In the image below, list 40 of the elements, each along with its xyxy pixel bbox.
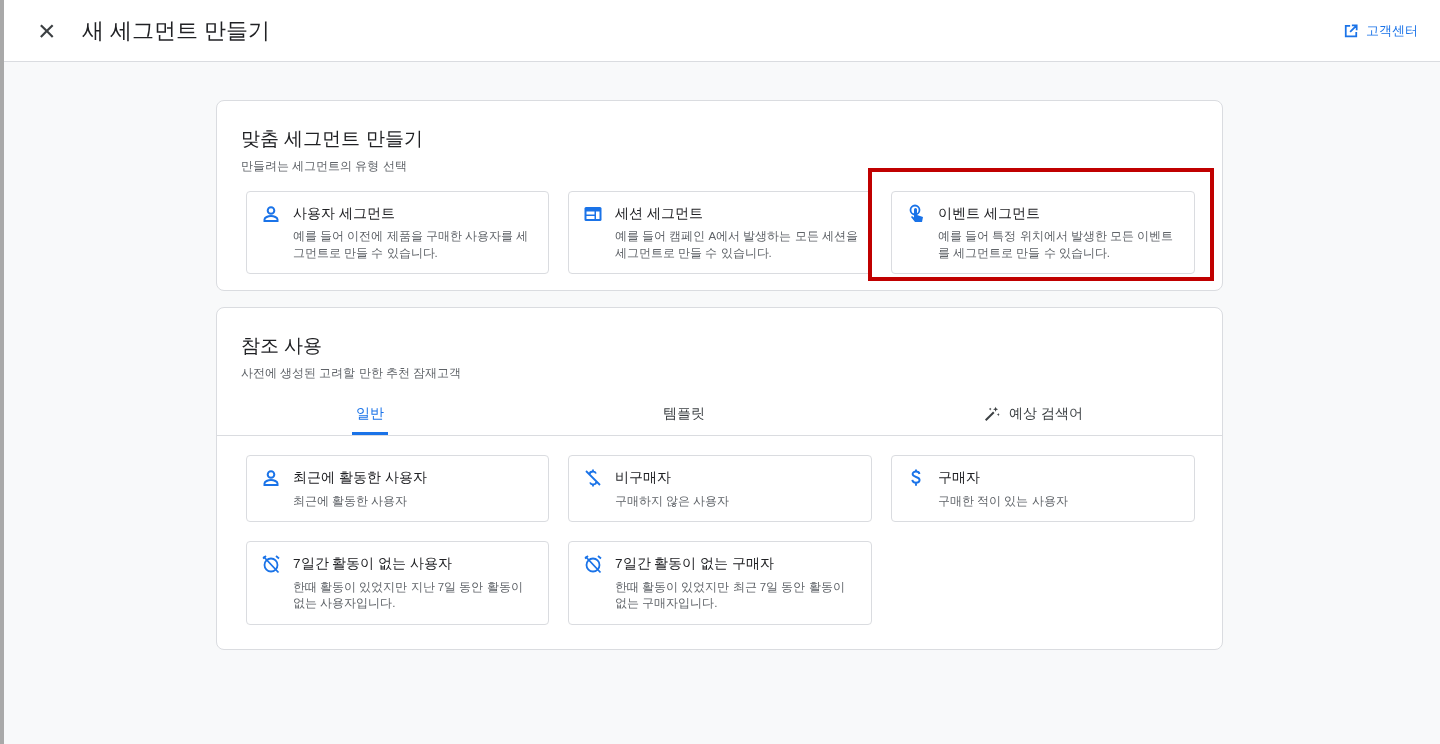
card-description: 한때 활동이 있었지만 지난 7일 동안 활동이 없는 사용자입니다. xyxy=(293,579,524,612)
panel-title: 참조 사용 xyxy=(241,334,324,359)
magic-wand-icon xyxy=(983,405,1001,424)
card-title: 세션 세그먼트 xyxy=(615,204,704,223)
page-title: 새 세그먼트 만들기 xyxy=(81,17,270,45)
person-icon xyxy=(261,468,281,489)
card-description: 예를 들어 특정 위치에서 발생한 모든 이벤트를 세그먼트로 만들 수 있습니다. xyxy=(938,229,1175,261)
card-title: 7일간 활동이 없는 사용자 xyxy=(293,555,453,574)
panel-subtitle: 만들려는 세그먼트의 유형 선택 xyxy=(241,158,408,174)
card-description: 구매하지 않은 사용자 xyxy=(615,493,730,509)
card-title: 이벤트 세그먼트 xyxy=(938,204,1041,223)
close-button[interactable]: × xyxy=(32,15,62,46)
segment-card[interactable]: 7일간 활동이 없는 구매자 한때 활동이 있었지만 최근 7일 동안 활동이 없는 구매자입니다. xyxy=(568,541,872,625)
card-title: 사용자 세그먼트 xyxy=(293,204,396,223)
tab[interactable]: 일반 xyxy=(352,398,389,436)
card-title: 비구매자 xyxy=(615,469,672,488)
card-description: 한때 활동이 있었지만 최근 7일 동안 활동이 없는 구매자입니다. xyxy=(615,579,846,612)
person-icon xyxy=(261,203,281,224)
card-description: 예를 들어 캠페인 A에서 발생하는 모든 세션을 세그먼트로 만들 수 있습니다. xyxy=(615,229,859,261)
segment-card[interactable]: 비구매자 구매하지 않은 사용자 xyxy=(568,455,872,523)
alarm-off-icon xyxy=(583,554,603,575)
segment-card[interactable]: 7일간 활동이 없는 사용자 한때 활동이 있었지만 지난 7일 동안 활동이 없는 사용자입니다. xyxy=(246,541,549,625)
segment-card[interactable]: 사용자 세그먼트 예를 들어 이전에 제품을 구매한 사용자를 세그먼트로 만들 수 있습니다. xyxy=(246,190,549,275)
segment-card[interactable]: 이벤트 세그먼트 예를 들어 특정 위치에서 발생한 모든 이벤트를 세그먼트로 만들 수 있습니다. xyxy=(891,190,1195,275)
segment-card[interactable]: 구매자 구매한 적이 있는 사용자 xyxy=(891,455,1195,523)
tab[interactable]: 예상 검색어 xyxy=(979,398,1087,436)
no-dollar-icon xyxy=(583,468,603,489)
card-title: 최근에 활동한 사용자 xyxy=(293,469,427,488)
panel-title: 맞춤 세그먼트 만들기 xyxy=(241,127,424,151)
panel-subtitle: 사전에 생성된 고려할 만한 추천 잠재고객 xyxy=(241,365,462,381)
segment-card[interactable]: 최근에 활동한 사용자 최근에 활동한 사용자 xyxy=(246,455,549,523)
card-description: 최근에 활동한 사용자 xyxy=(293,493,409,509)
alarm-off-icon xyxy=(261,554,281,575)
card-description: 예를 들어 이전에 제품을 구매한 사용자를 세그먼트로 만들 수 있습니다. xyxy=(293,229,530,261)
card-title: 7일간 활동이 없는 구매자 xyxy=(615,555,775,574)
help-center-link[interactable]: 고객센터 xyxy=(1344,20,1418,41)
open-external-icon xyxy=(1344,23,1358,38)
card-description: 구매한 적이 있는 사용자 xyxy=(938,493,1068,509)
card-title: 구매자 xyxy=(938,469,981,488)
tab[interactable]: 템플릿 xyxy=(658,398,709,436)
